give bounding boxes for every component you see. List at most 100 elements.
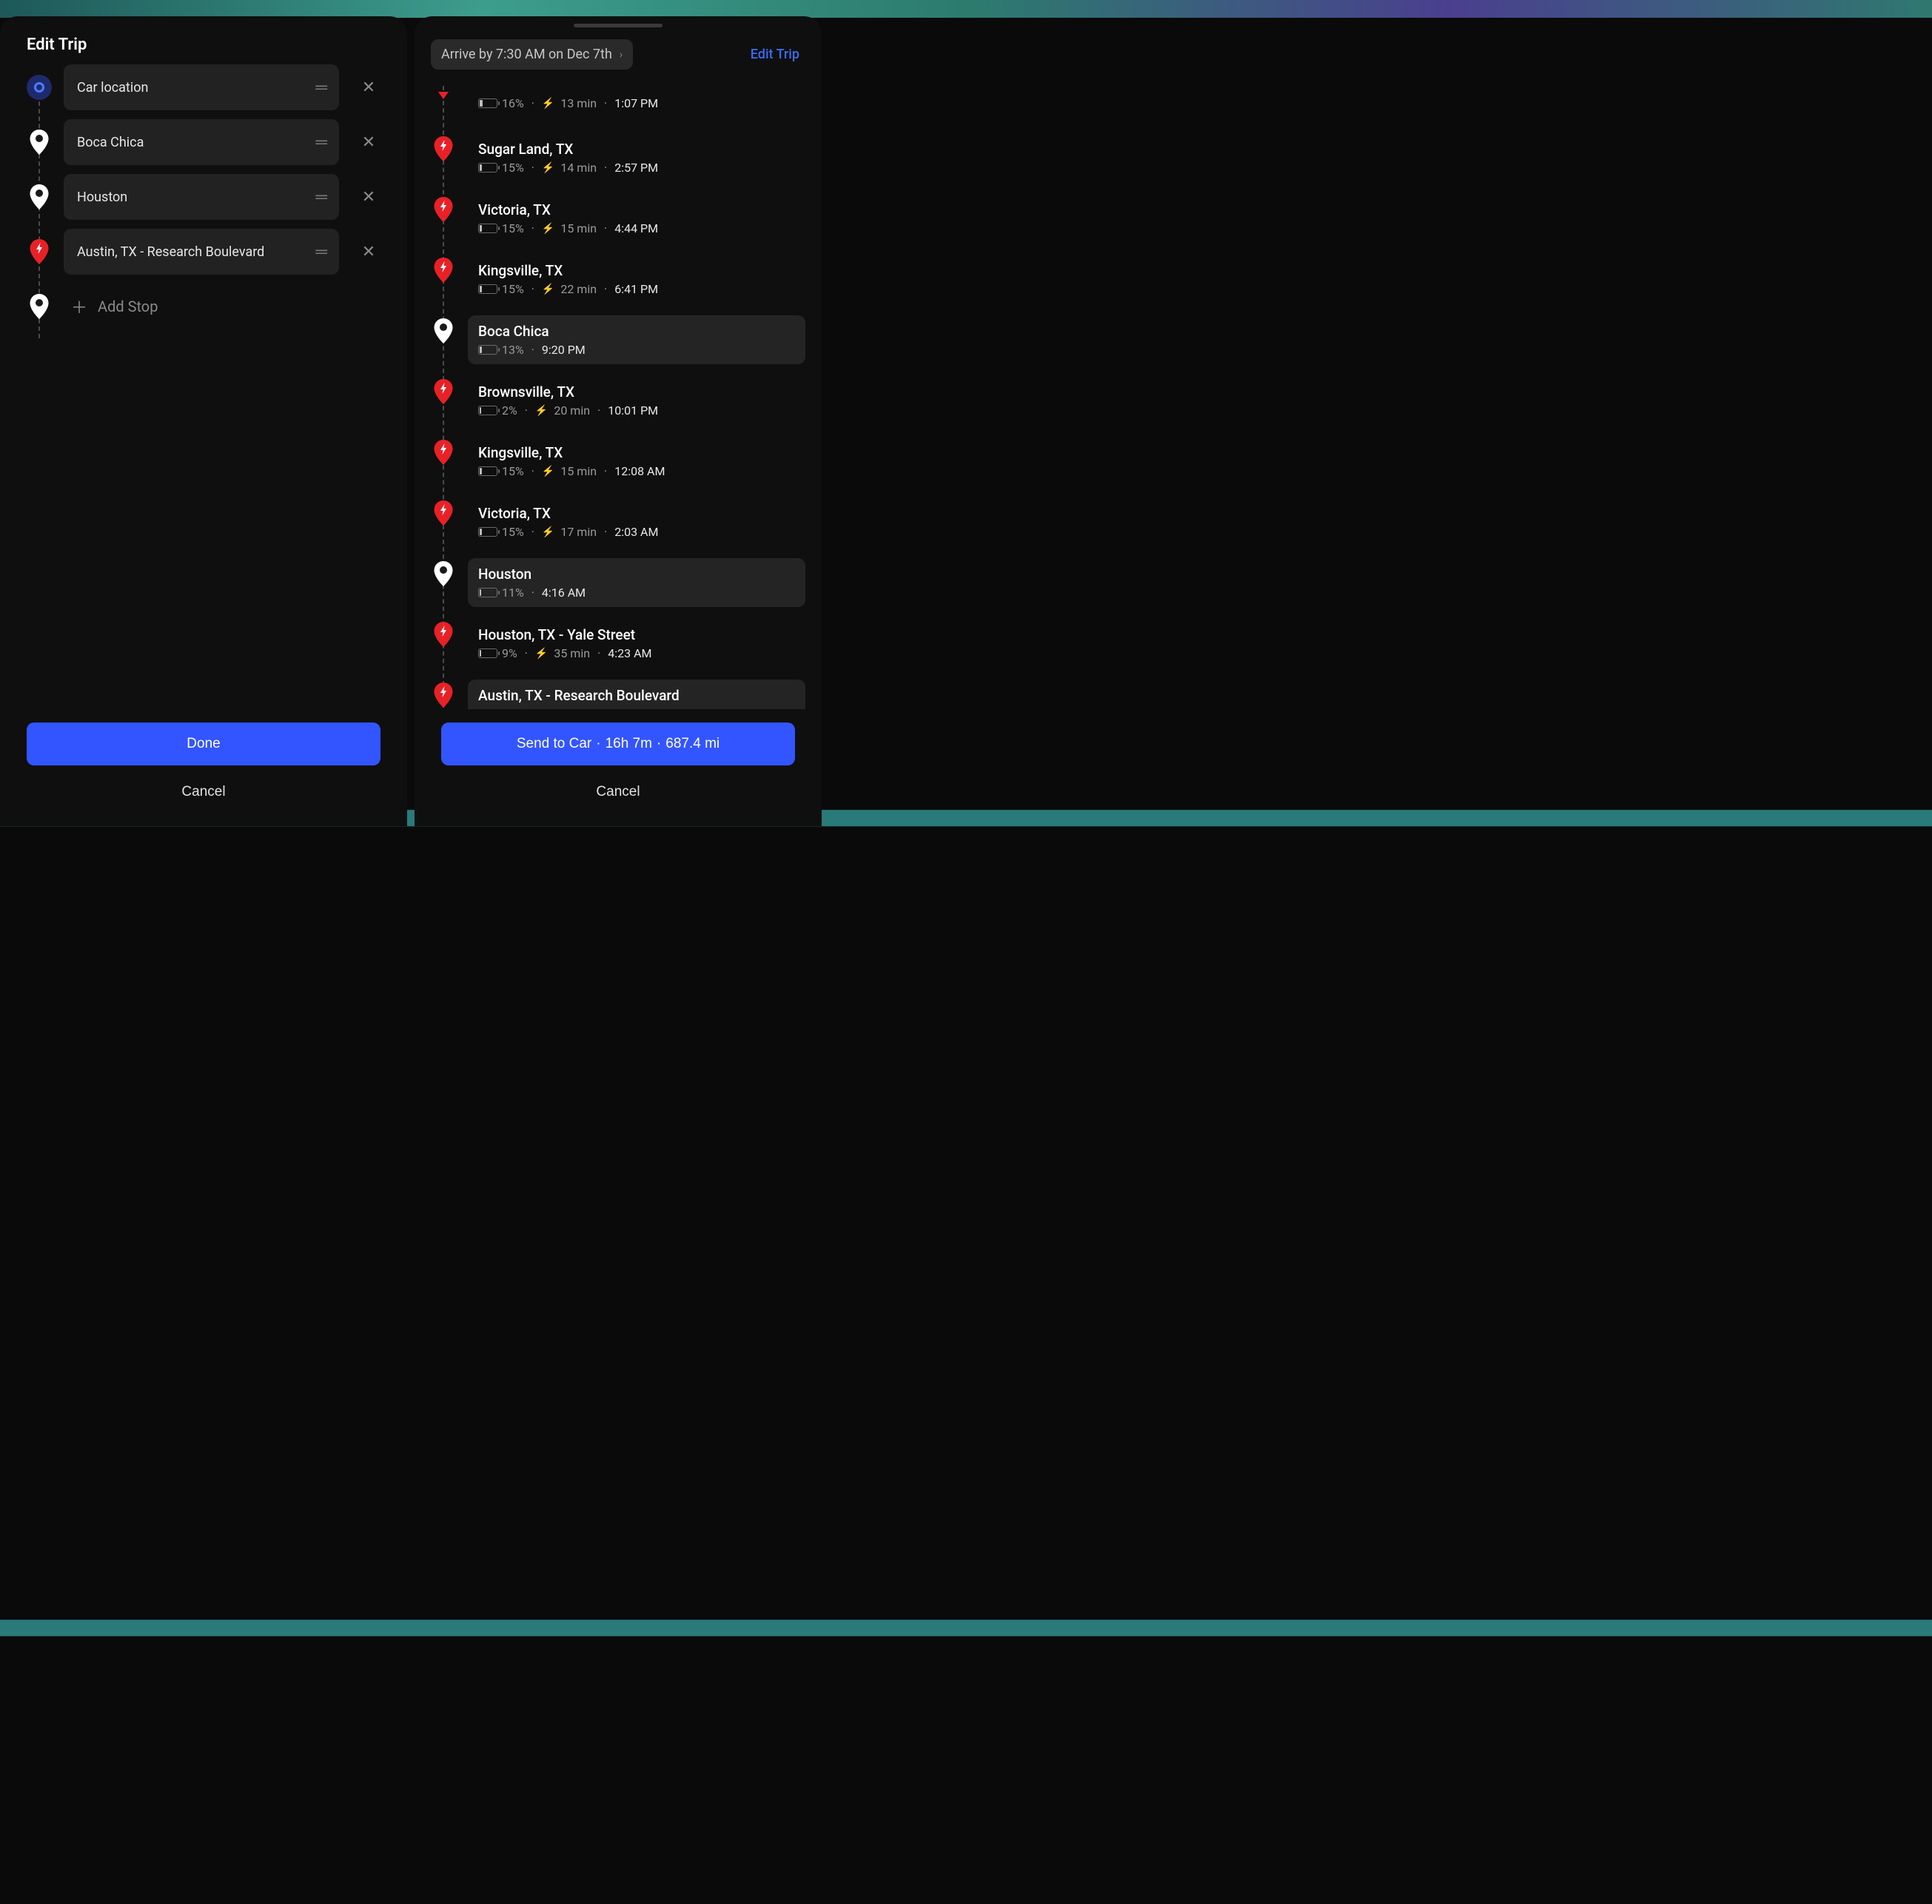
start-triangle-icon [438,92,449,99]
trip-step-card: Sugar Land, TX15%⚡14 min2:57 PM [468,133,805,182]
trip-step[interactable]: Brownsville, TX2%⚡20 min10:01 PM [431,370,805,431]
edit-trip-link[interactable]: Edit Trip [751,47,799,62]
charger-pin-icon [434,136,453,161]
arrive-by-pill[interactable]: Arrive by 7:30 AM on Dec 7th › [431,39,633,70]
charger-pin-icon [30,239,49,264]
remove-stop-button[interactable]: ✕ [357,78,380,97]
trip-step[interactable]: Houston 11%4:16 AM [431,552,805,613]
trip-step-card: Austin, TX - Research Boulevard 12%7:30 A… [468,680,805,709]
battery-indicator: 15% [478,525,524,539]
destination-pin-icon [434,318,453,343]
bolt-icon: ⚡ [535,405,548,417]
battery-icon [478,466,497,476]
stop-input[interactable]: Houston═ [64,174,339,220]
charger-pin-icon [434,683,453,708]
stop-label: Car location [77,80,312,95]
trip-step-card: 16%⚡13 min1:07 PM [468,89,805,118]
battery-indicator: 13% [478,343,524,357]
trip-step-title: Houston, TX - Yale Street [478,626,795,643]
send-to-car-button[interactable]: Send to Car · 16h 7m · 687.4 mi [441,723,795,765]
trip-step-card: Kingsville, TX 15%⚡15 min12:08 AM [468,437,805,486]
stop-label: Houston [77,190,312,205]
trip-step-meta: 15%⚡17 min2:03 AM [478,525,795,539]
done-button[interactable]: Done [27,723,380,765]
stop-row: Car location═ ✕ [27,64,380,110]
trip-step-title: Kingsville, TX [478,444,795,461]
trip-step-card: Kingsville, TX15%⚡22 min6:41 PM [468,255,805,304]
trip-step-meta: 13%9:20 PM [478,343,795,357]
battery-indicator: 16% [478,96,524,110]
charger-pin-icon [434,440,453,465]
battery-indicator: 15% [478,464,524,478]
battery-indicator: 15% [478,161,524,175]
trip-step-title: Victoria, TX [478,201,795,218]
trip-step-title: Austin, TX - Research Boulevard [478,687,795,704]
bolt-icon: ⚡ [542,526,554,538]
charger-pin-icon [434,258,453,283]
trip-step-meta: 12%7:30 AM [478,707,795,709]
destination-pin-icon [30,184,49,209]
stop-input[interactable]: Car location═ [64,64,339,110]
bolt-icon: ⚡ [542,98,554,110]
trip-step[interactable]: Houston, TX - Yale Street9%⚡35 min4:23 A… [431,613,805,674]
remove-stop-button[interactable]: ✕ [357,188,380,207]
cancel-button[interactable]: Cancel [441,773,795,811]
origin-marker-icon [27,75,52,100]
charger-pin-icon [434,500,453,526]
battery-indicator: 15% [478,282,524,296]
drag-handle-icon[interactable]: ═ [312,242,329,261]
battery-icon [478,284,497,294]
trip-step-card: Houston, TX - Yale Street9%⚡35 min4:23 A… [468,619,805,668]
trip-step[interactable]: Boca Chica 13%9:20 PM [431,309,805,370]
trip-step-card: Boca Chica 13%9:20 PM [468,315,805,364]
destination-pin-icon [434,561,453,586]
battery-indicator: 15% [478,221,524,235]
trip-step-card: Brownsville, TX2%⚡20 min10:01 PM [468,376,805,425]
drag-handle-icon[interactable]: ═ [312,78,329,97]
stop-row: Austin, TX - Research Boulevard═ ✕ [27,229,380,275]
bolt-icon: ⚡ [542,223,554,235]
charger-pin-icon [434,379,453,404]
add-stop-button[interactable]: ＋ Add Stop [64,284,158,329]
battery-indicator: 11% [478,586,524,600]
remove-stop-button[interactable]: ✕ [357,243,380,261]
trip-overview-screen: Arrive by 7:30 AM on Dec 7th › Edit Trip… [415,16,822,826]
battery-icon [478,406,497,415]
bolt-icon: ⚡ [542,162,554,174]
stop-label: Boca Chica [77,135,312,150]
cancel-button[interactable]: Cancel [27,773,380,811]
trip-step-meta: 16%⚡13 min1:07 PM [478,96,795,110]
remove-stop-button[interactable]: ✕ [357,133,380,152]
add-stop-label: Add Stop [98,298,158,315]
drag-handle-icon[interactable]: ═ [312,187,329,207]
trip-step-meta: 15%⚡14 min2:57 PM [478,161,795,175]
battery-indicator: 12% [478,707,524,709]
destination-pin-icon [30,294,49,319]
drag-handle-icon[interactable]: ═ [312,133,329,152]
battery-icon [478,648,497,658]
battery-icon [478,224,497,233]
trip-step-meta: 15%⚡22 min6:41 PM [478,282,795,296]
battery-indicator: 2% [478,403,517,418]
trip-step[interactable]: Sugar Land, TX15%⚡14 min2:57 PM [431,127,805,188]
stop-input[interactable]: Boca Chica═ [64,119,339,165]
bolt-icon: ⚡ [535,648,548,660]
trip-step-title: Boca Chica [478,323,795,340]
trip-step-card: Houston 11%4:16 AM [468,558,805,607]
trip-step[interactable]: Victoria, TX15%⚡15 min4:44 PM [431,188,805,249]
stop-label: Austin, TX - Research Boulevard [77,244,312,260]
bolt-icon: ⚡ [542,284,554,295]
trip-step[interactable]: Austin, TX - Research Boulevard 12%7:30 A… [431,674,805,709]
stop-row: Houston═ ✕ [27,174,380,220]
plus-icon: ＋ [71,295,87,318]
trip-step-title: Houston [478,566,795,583]
trip-step[interactable]: 16%⚡13 min1:07 PM [431,83,805,127]
stop-input[interactable]: Austin, TX - Research Boulevard═ [64,229,339,275]
battery-icon [478,345,497,355]
trip-step[interactable]: Kingsville, TX 15%⚡15 min12:08 AM [431,431,805,492]
trip-step-meta: 11%4:16 AM [478,586,795,600]
trip-step-meta: 15%⚡15 min12:08 AM [478,464,795,478]
trip-step[interactable]: Kingsville, TX15%⚡22 min6:41 PM [431,249,805,309]
trip-step[interactable]: Victoria, TX15%⚡17 min2:03 AM [431,492,805,552]
trip-step-title: Brownsville, TX [478,383,795,400]
